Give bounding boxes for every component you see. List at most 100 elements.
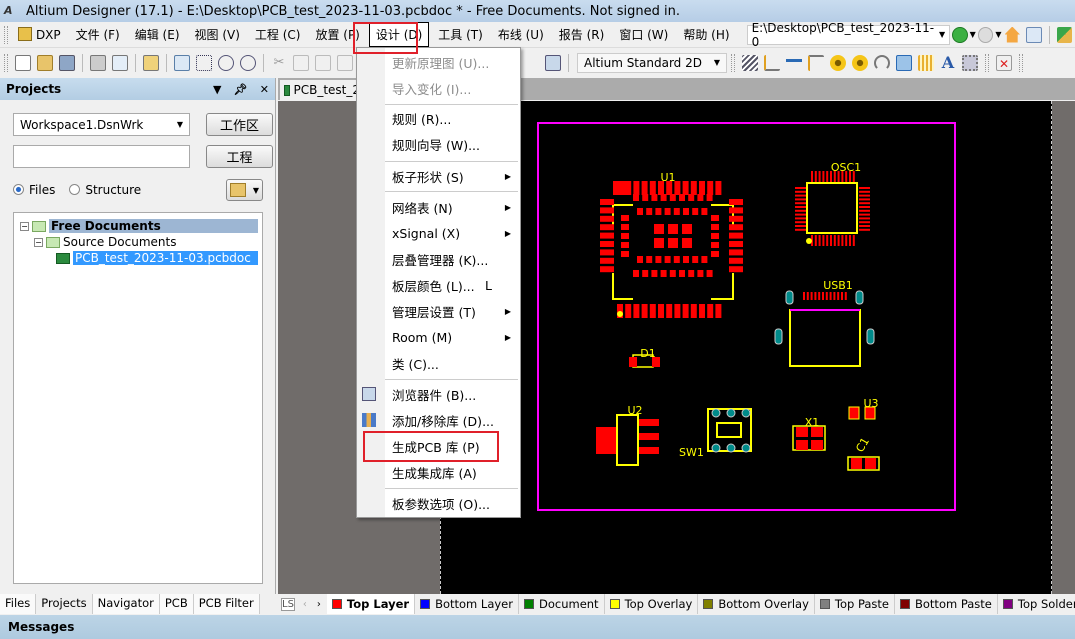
menu-item-layer-stack-manager[interactable]: 层叠管理器 (K)...: [357, 247, 520, 271]
home-icon[interactable]: [1004, 26, 1020, 43]
menu-item-netlist[interactable]: 网络表 (N) ▶: [357, 195, 520, 219]
back-icon[interactable]: [952, 26, 968, 43]
tree-item-source-documents[interactable]: − Source Documents: [34, 234, 176, 250]
view-mode-select[interactable]: Altium Standard 2D ▼: [577, 52, 727, 73]
tab-navigator[interactable]: Navigator: [92, 594, 160, 614]
cut-icon[interactable]: ✂: [271, 55, 287, 71]
menu-item-classes[interactable]: 类 (C)...: [357, 351, 520, 375]
menu-item-board-options[interactable]: 板参数选项 (O)...: [357, 491, 520, 515]
toolbar-grip[interactable]: [1019, 53, 1023, 72]
close-icon[interactable]: ✕: [260, 83, 269, 96]
menu-window[interactable]: 窗口 (W): [613, 23, 674, 46]
tab-projects[interactable]: Projects: [36, 594, 93, 614]
menu-tools[interactable]: 工具 (T): [432, 23, 489, 46]
layer-tab-top-overlay[interactable]: Top Overlay: [605, 594, 699, 614]
save-icon[interactable]: [59, 54, 75, 71]
paste-icon[interactable]: [315, 54, 331, 71]
menu-help[interactable]: 帮助 (H): [677, 23, 735, 46]
toolbar-grip[interactable]: [731, 53, 735, 72]
menu-file[interactable]: 文件 (F): [70, 23, 126, 46]
layer-tab-top-layer[interactable]: Top Layer: [326, 594, 416, 614]
place-fill-icon[interactable]: [896, 54, 912, 71]
new-file-icon[interactable]: [15, 54, 31, 71]
menu-item-board-layer-colors[interactable]: 板层颜色 (L)... L: [357, 273, 520, 297]
menu-item-xsignal[interactable]: xSignal (X) ▶: [357, 221, 520, 245]
rubber-stamp-icon[interactable]: [337, 54, 353, 71]
menu-item-room[interactable]: Room (M) ▶: [357, 325, 520, 349]
workspace-select[interactable]: Workspace1.DsnWrk ▼: [13, 113, 190, 136]
menu-item-make-integrated-library[interactable]: 生成集成库 (A): [357, 460, 520, 484]
place-component-icon[interactable]: [962, 54, 978, 71]
pcb-canvas[interactable]: U1 OSC1 USB1 D1 U2 SW1 X1 U3 C1: [440, 101, 1052, 594]
layer-tab-document[interactable]: Document: [519, 594, 605, 614]
scroll-right-icon[interactable]: ›: [317, 599, 321, 610]
menu-route[interactable]: 布线 (U): [492, 23, 550, 46]
panel-menu-icon[interactable]: ▼: [213, 83, 221, 96]
collapse-icon[interactable]: −: [20, 221, 29, 231]
place-pad-icon[interactable]: [830, 54, 846, 71]
menu-item-rule-wizard[interactable]: 规则向导 (W)...: [357, 132, 520, 156]
print-icon[interactable]: [90, 54, 106, 71]
radio-structure[interactable]: Structure: [69, 183, 141, 197]
menu-project[interactable]: 工程 (C): [249, 23, 307, 46]
tree-item-free-documents[interactable]: − Free Documents: [20, 218, 258, 234]
collapse-icon[interactable]: −: [34, 237, 43, 247]
browse-components-icon[interactable]: [545, 54, 561, 71]
toolbar-grip[interactable]: [4, 25, 8, 44]
preferences-icon[interactable]: [1056, 26, 1072, 43]
layer-tab-bottom-overlay[interactable]: Bottom Overlay: [698, 594, 815, 614]
workspace-button[interactable]: 工作区: [206, 113, 273, 136]
toolbar-grip[interactable]: [4, 53, 8, 72]
copy-icon[interactable]: [293, 54, 309, 71]
place-arc-icon[interactable]: [874, 54, 890, 71]
interactive-routing-icon[interactable]: [742, 54, 758, 71]
place-string-icon[interactable]: A: [940, 54, 956, 71]
menu-item-browse-components[interactable]: 浏览器件 (B)...: [357, 382, 520, 406]
print-preview-icon[interactable]: [112, 54, 128, 71]
tree-item-pcb-document[interactable]: PCB_test_2023-11-03.pcbdoc: [56, 250, 258, 266]
zoom-selected-icon[interactable]: [218, 54, 234, 71]
menu-edit[interactable]: 编辑 (E): [129, 23, 186, 46]
project-options-button[interactable]: ▼: [226, 179, 263, 201]
project-field[interactable]: [13, 145, 190, 168]
messages-panel[interactable]: Messages: [0, 615, 1075, 639]
tab-files[interactable]: Files: [0, 594, 37, 614]
pin-icon[interactable]: 📌︎: [234, 83, 248, 96]
multi-route-icon[interactable]: [808, 54, 824, 71]
back-dropdown-icon[interactable]: ▼: [970, 30, 976, 39]
zoom-fit-icon[interactable]: [174, 54, 190, 71]
path-combo[interactable]: E:\Desktop\PCB_test_2023-11-0 ▼: [746, 21, 951, 49]
open-folder-icon[interactable]: [37, 54, 53, 71]
tab-pcb-filter[interactable]: PCB Filter: [193, 594, 260, 614]
menu-item-board-shape[interactable]: 板子形状 (S) ▶: [357, 164, 520, 188]
zoom-area-icon[interactable]: [196, 54, 212, 71]
layer-tab-bottom-layer[interactable]: Bottom Layer: [415, 594, 519, 614]
menu-dxp[interactable]: DXP: [12, 24, 67, 45]
route-icon[interactable]: [764, 54, 780, 71]
menu-item-import-changes[interactable]: 导入变化 (I)...: [357, 76, 520, 100]
tab-pcb[interactable]: PCB: [159, 594, 194, 614]
project-button[interactable]: 工程: [206, 145, 273, 168]
layer-set-button[interactable]: LS: [281, 597, 295, 611]
toolbar-grip[interactable]: [985, 53, 989, 72]
diff-pair-icon[interactable]: [786, 54, 802, 71]
forward-icon[interactable]: [977, 26, 994, 43]
scroll-left-icon[interactable]: ‹: [303, 599, 307, 610]
layer-tab-top-solder[interactable]: Top Solder: [998, 594, 1075, 614]
radio-files[interactable]: Files: [13, 183, 55, 197]
place-via-icon[interactable]: [852, 54, 868, 71]
menu-item-layer-sets[interactable]: 管理层设置 (T) ▶: [357, 299, 520, 323]
refresh-doc-icon[interactable]: [1026, 26, 1042, 43]
open-device-sheet-icon[interactable]: [143, 54, 159, 71]
layer-tab-top-paste[interactable]: Top Paste: [815, 594, 895, 614]
zoom-filter-icon[interactable]: [240, 54, 256, 71]
clear-filter-icon[interactable]: ✕: [996, 54, 1012, 71]
menu-item-add-remove-library[interactable]: 添加/移除库 (D)...: [357, 408, 520, 432]
document-tab[interactable]: PCB_test_2: [280, 80, 360, 100]
place-polygon-icon[interactable]: [918, 54, 934, 71]
forward-dropdown-icon[interactable]: ▼: [995, 30, 1001, 39]
layer-tab-bottom-paste[interactable]: Bottom Paste: [895, 594, 998, 614]
menu-reports[interactable]: 报告 (R): [553, 23, 611, 46]
menu-view[interactable]: 视图 (V): [189, 23, 246, 46]
menu-item-rules[interactable]: 规则 (R)...: [357, 106, 520, 130]
